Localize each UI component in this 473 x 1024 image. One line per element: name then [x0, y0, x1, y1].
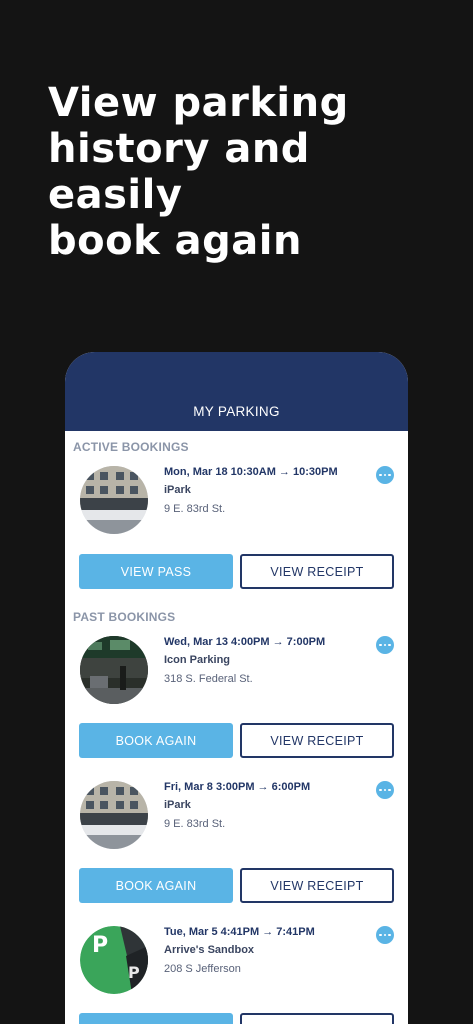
- svg-text:P: P: [128, 963, 140, 982]
- book-again-button[interactable]: BOOK AGAIN: [79, 868, 233, 903]
- booking-time: Tue, Mar 5 4:41PM → 7:41PM: [164, 926, 315, 938]
- view-receipt-button[interactable]: VIEW RECEIPT: [240, 554, 394, 589]
- view-receipt-button[interactable]: VIEW RECEIPT: [240, 723, 394, 758]
- book-again-button[interactable]: BOOK AGAIN: [79, 1013, 233, 1024]
- page-title: MY PARKING: [193, 404, 280, 419]
- booking-company: iPark: [164, 484, 191, 496]
- more-options-icon[interactable]: [376, 466, 394, 484]
- more-options-icon[interactable]: [376, 636, 394, 654]
- view-receipt-button[interactable]: VIEW RECEIPT: [240, 1013, 394, 1024]
- location-photo: [80, 466, 148, 534]
- booking-company: iPark: [164, 799, 191, 811]
- svg-text:P: P: [92, 933, 108, 958]
- booking-company: Icon Parking: [164, 654, 231, 666]
- view-receipt-button[interactable]: VIEW RECEIPT: [240, 868, 394, 903]
- active-bookings-label: ACTIVE BOOKINGS: [73, 440, 189, 454]
- booking-address: 318 S. Federal St.: [164, 673, 253, 685]
- headline-line-2: history and easily: [48, 126, 310, 218]
- app-header: MY PARKING: [65, 352, 408, 431]
- booking-company: Arrive's Sandbox: [164, 944, 255, 956]
- booking-time: Mon, Mar 18 10:30AM → 10:30PM: [164, 466, 338, 478]
- phone-screen: MY PARKING ACTIVE BOOKINGS Mon, Mar 18 1…: [65, 352, 408, 1024]
- more-options-icon[interactable]: [376, 926, 394, 944]
- location-photo: [80, 781, 148, 849]
- view-pass-button[interactable]: VIEW PASS: [79, 554, 233, 589]
- booking-address: 9 E. 83rd St.: [164, 818, 226, 830]
- location-photo: P P: [80, 926, 148, 994]
- promo-headline: View parking history and easily book aga…: [48, 80, 448, 264]
- location-photo: [80, 636, 148, 704]
- booking-time: Fri, Mar 8 3:00PM → 6:00PM: [164, 781, 311, 793]
- book-again-button[interactable]: BOOK AGAIN: [79, 723, 233, 758]
- more-options-icon[interactable]: [376, 781, 394, 799]
- booking-address: 208 S Jefferson: [164, 963, 241, 975]
- headline-line-1: View parking: [48, 80, 349, 126]
- booking-time: Wed, Mar 13 4:00PM → 7:00PM: [164, 636, 326, 648]
- past-bookings-label: PAST BOOKINGS: [73, 610, 176, 624]
- headline-line-3: book again: [48, 218, 302, 264]
- booking-address: 9 E. 83rd St.: [164, 503, 226, 515]
